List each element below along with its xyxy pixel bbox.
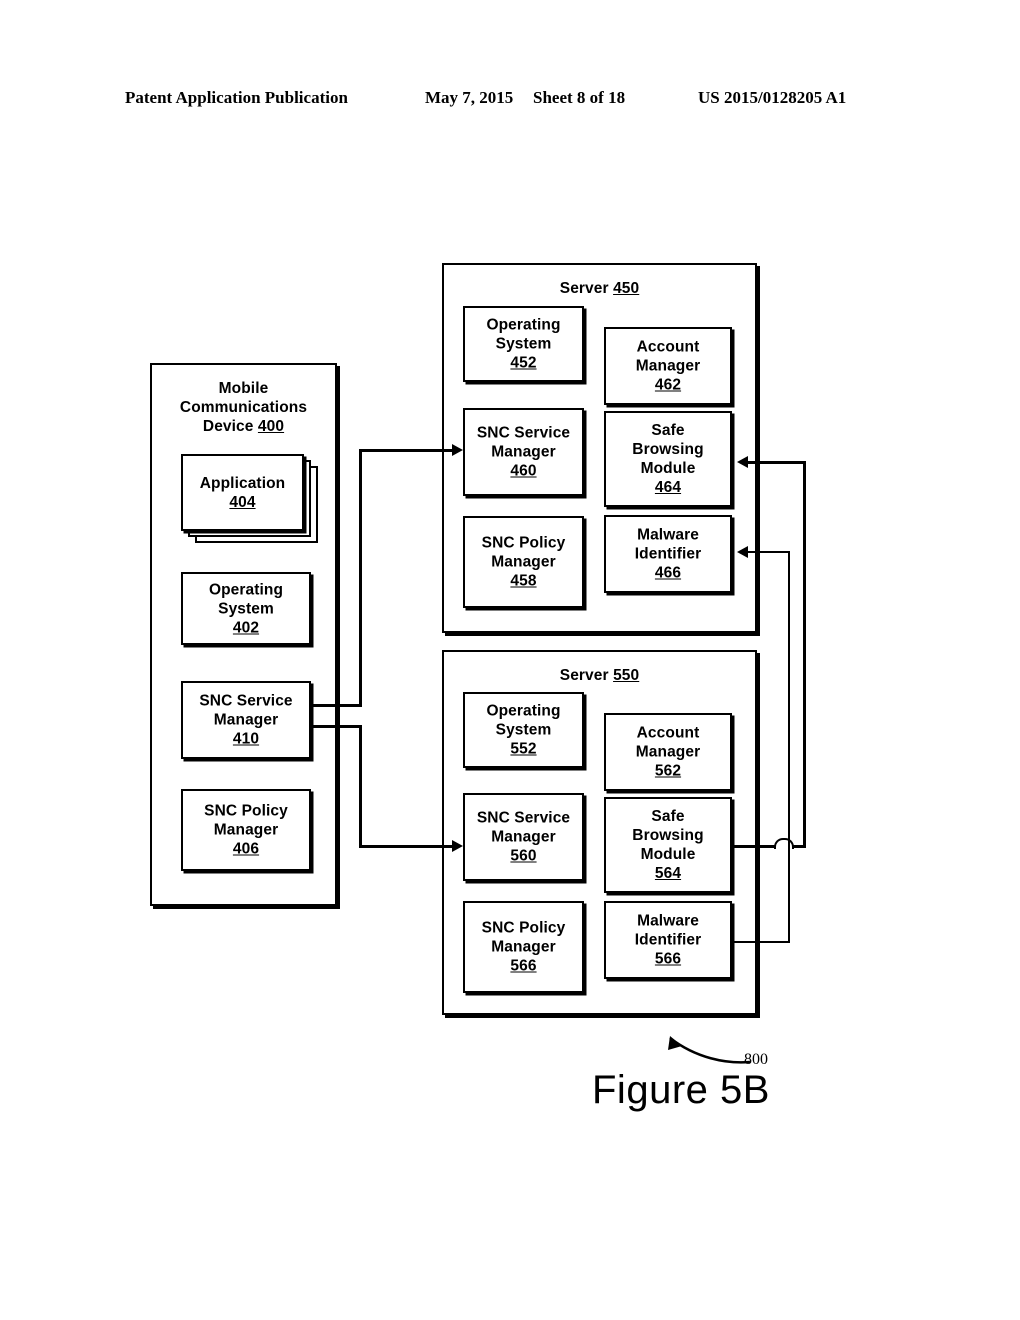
- connector-410-to-560-arrowhead: [452, 840, 463, 852]
- connector-566-to-466-segment-horizontal-bottom: [732, 941, 790, 943]
- server-450-title: Server 450: [559, 280, 640, 297]
- server-550-snc-service-manager-box[interactable]: SNC Service Manager 560: [463, 793, 584, 881]
- server-550-snc-service-manager-label: SNC Service Manager 560: [476, 809, 571, 865]
- figure-lead-line-icon: [668, 1036, 751, 1064]
- device-title: Mobile Communications Device 400: [179, 380, 308, 435]
- server-550-account-manager-label: Account Manager 562: [635, 724, 701, 780]
- server-450-malware-identifier-box[interactable]: Malware Identifier 466: [604, 515, 732, 593]
- connector-564-to-464-segment-vertical: [803, 461, 806, 848]
- application-box[interactable]: Application 404: [181, 454, 304, 531]
- server-450-snc-service-manager-label: SNC Service Manager 460: [476, 424, 571, 480]
- page-header: Patent Application Publication May 7, 201…: [125, 88, 885, 110]
- figure-reference-numeral: 800: [744, 1051, 768, 1068]
- server-450-snc-policy-manager-label: SNC Policy Manager 458: [481, 534, 566, 590]
- connector-564-to-464-segment-horizontal-bottom: [732, 845, 806, 848]
- device-snc-policy-manager-label: SNC Policy Manager 406: [204, 802, 288, 858]
- device-snc-service-manager-label: SNC Service Manager 410: [199, 692, 293, 748]
- connector-566-to-466-segment-horizontal-top: [748, 551, 790, 553]
- wire-hop-icon: [774, 838, 794, 849]
- figure-caption: Figure 5B: [592, 1068, 770, 1112]
- server-550-snc-policy-manager-box[interactable]: SNC Policy Manager 566: [463, 901, 584, 993]
- connector-564-to-464-segment-horizontal-top: [748, 461, 806, 464]
- server-550-operating-system-box[interactable]: Operating System 552: [463, 692, 584, 768]
- server-450-operating-system-label: Operating System 452: [486, 316, 561, 372]
- server-550-malware-identifier-box[interactable]: Malware Identifier 566: [604, 901, 732, 979]
- server-550-malware-identifier-label: Malware Identifier 566: [634, 912, 702, 968]
- connector-564-to-464-arrowhead: [737, 456, 748, 468]
- connector-410-to-460-arrowhead: [452, 444, 463, 456]
- device-snc-service-manager-box[interactable]: SNC Service Manager 410: [181, 681, 311, 759]
- device-snc-policy-manager-box[interactable]: SNC Policy Manager 406: [181, 789, 311, 871]
- patent-figure-page: Patent Application Publication May 7, 201…: [0, 0, 1020, 1320]
- connector-410-to-460-segment-vertical: [359, 449, 362, 707]
- server-450-safe-browsing-module-box[interactable]: Safe Browsing Module 464: [604, 411, 732, 507]
- connector-410-to-560-segment-horizontal-right: [359, 845, 454, 848]
- server-450-snc-policy-manager-box[interactable]: SNC Policy Manager 458: [463, 516, 584, 608]
- connector-410-to-560-segment-vertical: [359, 725, 362, 848]
- server-450-account-manager-label: Account Manager 462: [635, 338, 701, 394]
- header-date: May 7, 2015: [425, 88, 514, 107]
- server-450-snc-service-manager-box[interactable]: SNC Service Manager 460: [463, 408, 584, 496]
- server-450-malware-identifier-label: Malware Identifier 466: [634, 526, 702, 582]
- application-label: Application 404: [199, 474, 286, 511]
- device-operating-system-box[interactable]: Operating System 402: [181, 572, 311, 645]
- server-550-safe-browsing-module-label: Safe Browsing Module 564: [632, 808, 704, 882]
- connector-566-to-466-arrowhead: [737, 546, 748, 558]
- server-450-operating-system-box[interactable]: Operating System 452: [463, 306, 584, 382]
- header-sheet: Sheet 8 of 18: [533, 88, 626, 107]
- connector-566-to-466-segment-vertical: [788, 551, 790, 943]
- server-550-snc-policy-manager-label: SNC Policy Manager 566: [481, 919, 566, 975]
- header-patent-number: US 2015/0128205 A1: [698, 88, 847, 107]
- connector-410-to-560-segment-horizontal-left: [311, 725, 361, 728]
- server-550-title: Server 550: [559, 667, 640, 684]
- server-450-safe-browsing-module-label: Safe Browsing Module 464: [632, 422, 704, 496]
- device-operating-system-label: Operating System 402: [208, 581, 284, 636]
- server-550-operating-system-label: Operating System 552: [486, 702, 561, 758]
- server-450-account-manager-box[interactable]: Account Manager 462: [604, 327, 732, 405]
- server-550-safe-browsing-module-box[interactable]: Safe Browsing Module 564: [604, 797, 732, 893]
- connector-410-to-460-segment-horizontal-left: [311, 704, 361, 707]
- connector-410-to-460-segment-horizontal-right: [359, 449, 454, 452]
- server-550-account-manager-box[interactable]: Account Manager 562: [604, 713, 732, 791]
- header-publication: Patent Application Publication: [125, 88, 348, 107]
